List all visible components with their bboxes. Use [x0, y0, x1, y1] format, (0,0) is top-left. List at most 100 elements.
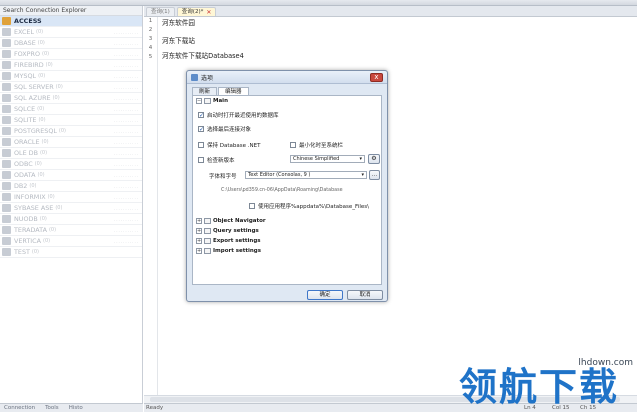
connection-dots: ...........	[114, 150, 139, 156]
connection-item[interactable]: SQL AZURE (0)...........	[0, 93, 142, 104]
section-query-settings[interactable]: + Query settings	[196, 228, 259, 234]
connection-item[interactable]: OLE DB (0)...........	[0, 148, 142, 159]
expand-icon[interactable]: +	[196, 218, 202, 224]
connection-dots: ...........	[114, 29, 139, 35]
connection-item[interactable]: FOXPRO (0)...........	[0, 49, 142, 60]
connection-count: (0)	[43, 238, 51, 244]
close-button[interactable]: x	[370, 72, 383, 82]
connection-item[interactable]: TEST (0)	[0, 247, 142, 258]
connection-item[interactable]: SQLCE (0)...........	[0, 104, 142, 115]
database-icon	[2, 248, 11, 256]
language-apply-button[interactable]: ⚙	[368, 154, 380, 164]
checkbox[interactable]	[198, 157, 204, 163]
checkbox[interactable]: ✓	[198, 126, 204, 133]
tab-connection[interactable]: Connection	[4, 405, 35, 411]
connection-text: DB2 (0)	[14, 182, 114, 190]
option-select-last[interactable]: ✓ 选择最后连接对象	[198, 125, 251, 133]
section-main[interactable]: − Main	[196, 98, 228, 104]
section-label: Query settings	[213, 228, 259, 234]
connection-count: (0)	[38, 117, 46, 123]
checkbox[interactable]: ✓	[198, 112, 204, 119]
dialog-titlebar[interactable]: 选项 x	[187, 71, 387, 84]
connection-text: NUODB (0)	[14, 215, 114, 223]
expand-icon[interactable]: +	[196, 248, 202, 254]
database-icon	[2, 50, 11, 58]
connection-text: MYSQL (0)	[14, 72, 114, 80]
connection-item[interactable]: MYSQL (0)...........	[0, 71, 142, 82]
expand-icon[interactable]: +	[196, 238, 202, 244]
connection-label: NUODB	[14, 215, 38, 223]
connection-item[interactable]: DB2 (0)...........	[0, 181, 142, 192]
connection-item[interactable]: TERADATA (0)...........	[0, 225, 142, 236]
connection-label: EXCEL	[14, 28, 35, 36]
tab-query-1[interactable]: 查询(1)	[146, 7, 175, 16]
connection-item[interactable]: ORACLE (0)...........	[0, 137, 142, 148]
ok-button[interactable]: 确定	[307, 290, 343, 300]
section-object-navigator[interactable]: + Object Navigator	[196, 218, 266, 224]
language-value: Chinese Simplified	[293, 156, 340, 162]
connection-dots: ...........	[114, 194, 139, 200]
section-export-settings[interactable]: + Export settings	[196, 238, 261, 244]
tab-label: 查询(1)	[151, 8, 170, 15]
code-line: 河东软件园	[162, 19, 195, 27]
connection-item[interactable]: FIREBIRD (0)...........	[0, 60, 142, 71]
section-import-settings[interactable]: + Import settings	[196, 248, 261, 254]
connection-item[interactable]: SQLITE (0)...........	[0, 115, 142, 126]
connection-count: (0)	[42, 51, 50, 57]
tab-editor[interactable]: 编辑器	[218, 87, 249, 95]
connection-item[interactable]: ODBC (0)...........	[0, 159, 142, 170]
search-connection-explorer[interactable]: Search Connection Explorer	[0, 6, 142, 16]
connection-item[interactable]: SYBASE ASE (0)...........	[0, 203, 142, 214]
option-open-recent[interactable]: ✓ 启动时打开最近使用的数据库	[198, 111, 279, 119]
left-bottom-tabs: Connection Tools Histo	[0, 403, 143, 412]
tab-label: 查询(2)*	[181, 8, 204, 15]
font-row: 字体和字号	[209, 172, 237, 180]
expand-icon[interactable]: +	[196, 228, 202, 234]
connection-item[interactable]: NUODB (0)...........	[0, 214, 142, 225]
watermark-logo: 领航下载	[459, 365, 620, 409]
connection-label: MYSQL	[14, 72, 37, 80]
language-select[interactable]: Chinese Simplified ▾	[290, 155, 365, 163]
option-keep-database-net[interactable]: 保持 Database .NET	[198, 141, 260, 149]
connection-text: FOXPRO (0)	[14, 50, 114, 58]
database-icon	[2, 127, 11, 135]
checkbox[interactable]	[198, 142, 204, 148]
collapse-icon[interactable]: −	[196, 98, 202, 104]
connection-text: SQLITE (0)	[14, 116, 114, 124]
connection-label: INFORMIX	[14, 193, 46, 201]
connection-item[interactable]: EXCEL (0)...........	[0, 27, 142, 38]
connection-dots: ...........	[114, 161, 139, 167]
tab-refresh[interactable]: 刷新	[192, 87, 218, 95]
code-line: 河东软件下载站Database4	[162, 52, 244, 60]
tab-tools[interactable]: Tools	[45, 405, 59, 411]
option-check-version[interactable]: 检查新版本	[198, 156, 235, 164]
option-minimize-tray[interactable]: 最小化时至系统栏	[290, 141, 343, 149]
line-number-gutter: 1 2 3 4 5	[144, 17, 158, 395]
close-icon[interactable]: ✕	[206, 8, 211, 17]
connection-label: SQLCE	[14, 105, 36, 113]
connection-item[interactable]: POSTGRESQL (0)...........	[0, 126, 142, 137]
connection-item[interactable]: ODATA (0)...........	[0, 170, 142, 181]
connection-item[interactable]: VERTICA (0)...........	[0, 236, 142, 247]
section-label: Export settings	[213, 238, 261, 244]
tab-histo[interactable]: Histo	[69, 405, 83, 411]
connection-label: SQLITE	[14, 116, 37, 124]
section-label: Object Navigator	[213, 218, 266, 224]
folder-icon	[204, 218, 211, 224]
connection-text: VERTICA (0)	[14, 237, 114, 245]
connection-item[interactable]: SQL SERVER (0)...........	[0, 82, 142, 93]
font-browse-button[interactable]: ...	[369, 170, 380, 180]
connection-dots: ...........	[114, 40, 139, 46]
connection-item[interactable]: INFORMIX (0)...........	[0, 192, 142, 203]
option-use-appdata[interactable]: 使用应用程序%appdata%\Database_Files\	[249, 202, 369, 210]
connection-count: (0)	[37, 106, 45, 112]
tab-query-2[interactable]: 查询(2)* ✕	[176, 7, 217, 17]
connection-item[interactable]: DBASE (0)...........	[0, 38, 142, 49]
connection-text: POSTGRESQL (0)	[14, 127, 114, 135]
checkbox[interactable]	[249, 203, 255, 209]
font-select[interactable]: Text Editor (Consolas, 9 ) ▾	[245, 171, 367, 179]
chevron-down-icon: ▾	[361, 172, 364, 178]
cancel-button[interactable]: 取消	[347, 290, 383, 300]
checkbox[interactable]	[290, 142, 296, 148]
connection-item[interactable]: ACCESS	[0, 16, 142, 27]
